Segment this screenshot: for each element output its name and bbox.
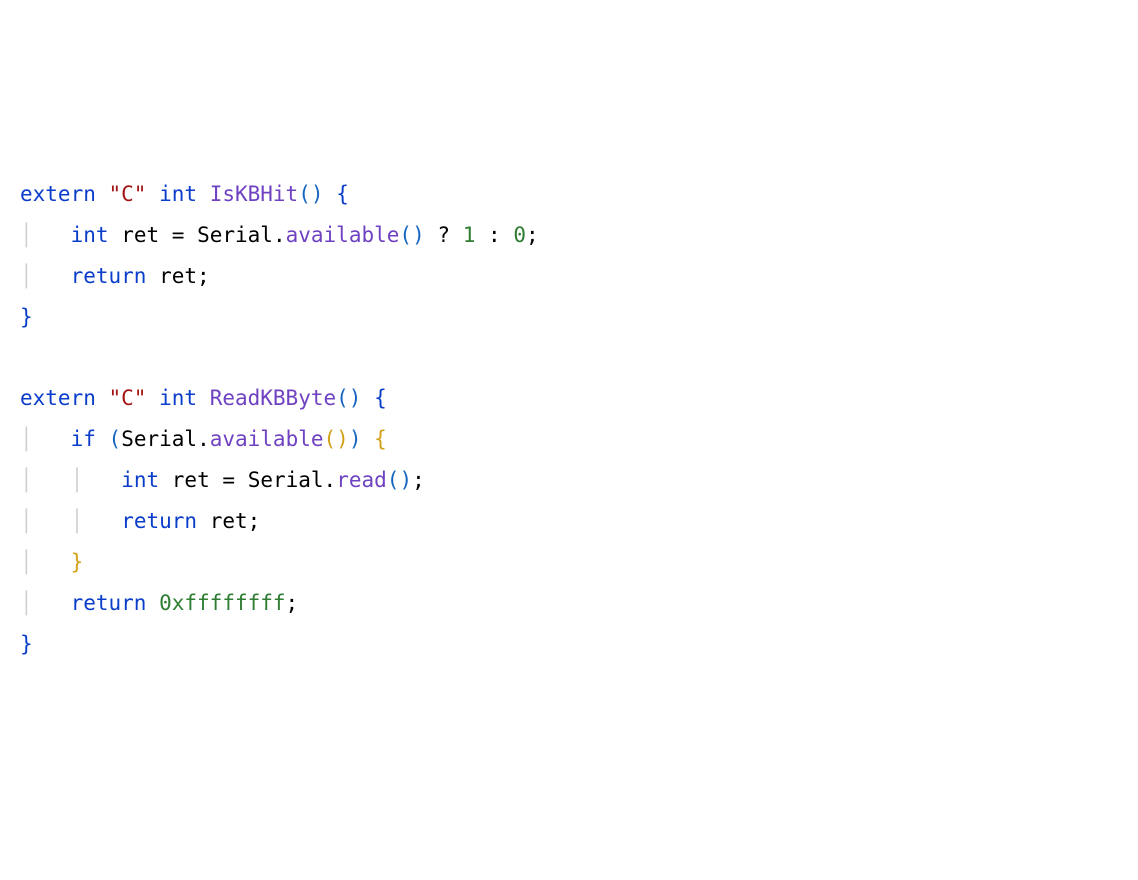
op-ternary-colon: : — [488, 223, 501, 247]
rparen: ) — [336, 427, 349, 451]
fn-read: read — [336, 468, 387, 492]
indent-guide-icon: │ — [71, 468, 84, 492]
ident-ret: ret — [172, 468, 210, 492]
lparen: ( — [109, 427, 122, 451]
indent-guide-icon: │ — [20, 550, 33, 574]
indent-guide-icon: │ — [20, 591, 33, 615]
indent-guide-icon: │ — [20, 264, 33, 288]
keyword-int: int — [159, 386, 197, 410]
dot: . — [273, 223, 286, 247]
code-line: extern "C" int IsKBHit() { — [20, 174, 1118, 215]
keyword-int: int — [159, 182, 197, 206]
code-line: } — [20, 297, 1118, 338]
code-line: } — [20, 624, 1118, 665]
code-line — [20, 338, 1118, 379]
ident-serial: Serial — [197, 223, 273, 247]
semi: ; — [412, 468, 425, 492]
num-zero: 0 — [513, 223, 526, 247]
dot: . — [197, 427, 210, 451]
code-line: │ │ int ret = Serial.read(); — [20, 460, 1118, 501]
code-line: extern "C" int ReadKBByte() { — [20, 378, 1118, 419]
ident-ret: ret — [121, 223, 159, 247]
op-eq: = — [222, 468, 235, 492]
indent-guide-icon: │ — [20, 427, 33, 451]
fn-available: available — [210, 427, 324, 451]
code-line: │ if (Serial.available()) { — [20, 419, 1118, 460]
ident-ret: ret — [159, 264, 197, 288]
lbrace: { — [336, 182, 349, 206]
indent-guide-icon: │ — [20, 468, 33, 492]
rbrace: } — [71, 550, 84, 574]
string-literal: "C" — [109, 182, 147, 206]
op-ternary-q: ? — [437, 223, 450, 247]
lparen: ( — [324, 427, 337, 451]
lparen: ( — [387, 468, 400, 492]
num-one: 1 — [463, 223, 476, 247]
rparen: ) — [349, 386, 362, 410]
lbrace: { — [374, 427, 387, 451]
keyword-extern: extern — [20, 182, 96, 206]
semi: ; — [286, 591, 299, 615]
rparen: ) — [412, 223, 425, 247]
keyword-if: if — [71, 427, 96, 451]
op-eq: = — [172, 223, 185, 247]
keyword-return: return — [71, 591, 147, 615]
rbrace: } — [20, 305, 33, 329]
indent-guide-icon: │ — [20, 223, 33, 247]
string-literal: "C" — [109, 386, 147, 410]
keyword-int: int — [71, 223, 109, 247]
rparen: ) — [349, 427, 362, 451]
fn-iskbhit: IsKBHit — [210, 182, 299, 206]
code-line: │ │ return ret; — [20, 501, 1118, 542]
semi: ; — [197, 264, 210, 288]
dot: . — [324, 468, 337, 492]
rparen: ) — [311, 182, 324, 206]
fn-readkbbyte: ReadKBByte — [210, 386, 336, 410]
keyword-extern: extern — [20, 386, 96, 410]
lparen: ( — [336, 386, 349, 410]
ident-serial: Serial — [121, 427, 197, 451]
num-hex: 0xffffffff — [159, 591, 285, 615]
code-line: │ return 0xffffffff; — [20, 583, 1118, 624]
rparen: ) — [399, 468, 412, 492]
lparen: ( — [399, 223, 412, 247]
lparen: ( — [298, 182, 311, 206]
code-editor: extern "C" int IsKBHit() {│ int ret = Se… — [20, 174, 1118, 665]
lbrace: { — [374, 386, 387, 410]
code-line: │ return ret; — [20, 256, 1118, 297]
keyword-int: int — [121, 468, 159, 492]
code-line: │ int ret = Serial.available() ? 1 : 0; — [20, 215, 1118, 256]
keyword-return: return — [71, 264, 147, 288]
code-line: │ } — [20, 542, 1118, 583]
fn-available: available — [286, 223, 400, 247]
ident-serial: Serial — [248, 468, 324, 492]
semi: ; — [526, 223, 539, 247]
rbrace: } — [20, 632, 33, 656]
